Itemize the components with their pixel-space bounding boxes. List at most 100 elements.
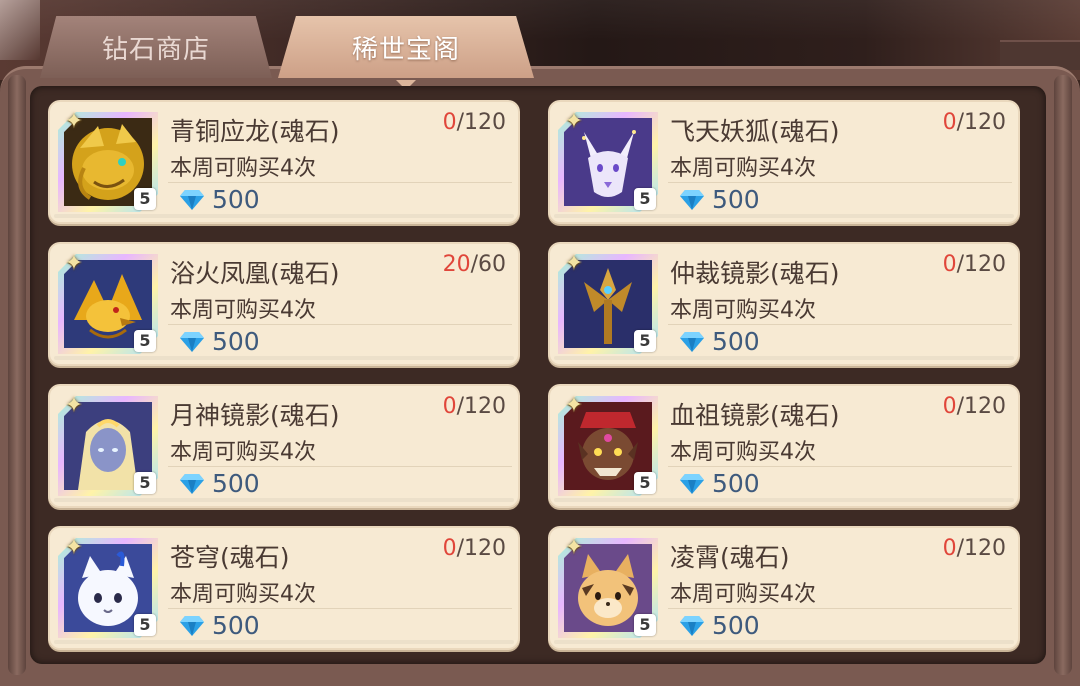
item-portrait: ✦ 5 <box>558 250 658 354</box>
price-value: 500 <box>712 469 760 498</box>
card-bottom-strip <box>54 214 514 218</box>
shop-item-card[interactable]: ✦ 5 月神镜影(魂石) 0/120 本周可购买4次 500 <box>48 384 520 508</box>
diamond-icon <box>680 331 704 352</box>
ownership-count: 0/120 <box>943 110 1006 135</box>
ownership-count: 0/120 <box>443 536 506 561</box>
shop-item-card[interactable]: ✦ 5 血祖镜影(魂石) 0/120 本周可购买4次 500 <box>548 384 1020 508</box>
star-icon: ✦ <box>64 535 84 560</box>
required-count: /120 <box>956 252 1006 277</box>
purchase-limit: 本周可购买4次 <box>170 440 316 465</box>
item-portrait: ✦ 5 <box>58 250 158 354</box>
item-portrait: ✦ 5 <box>558 108 658 212</box>
ownership-count: 0/120 <box>943 536 1006 561</box>
buy-button[interactable]: 500 <box>668 608 1012 642</box>
card-bottom-strip <box>54 356 514 360</box>
card-bottom-strip <box>54 640 514 644</box>
item-name: 浴火凤凰(魂石) <box>170 259 340 288</box>
purchase-limit: 本周可购买4次 <box>670 440 816 465</box>
purchase-limit: 本周可购买4次 <box>670 582 816 607</box>
star-icon: ✦ <box>564 109 584 134</box>
card-bottom-strip <box>554 356 1014 360</box>
star-icon: ✦ <box>564 393 584 418</box>
tab-diamond-shop-label: 钻石商店 <box>101 34 210 65</box>
card-bottom-strip <box>54 498 514 502</box>
item-list[interactable]: ✦ 5 青铜应龙(魂石) 0/120 本周可购买4次 500 ✦ 5 飞天妖狐(… <box>30 86 1046 664</box>
star-icon: ✦ <box>64 393 84 418</box>
item-portrait: ✦ 5 <box>558 392 658 496</box>
shop-item-card[interactable]: ✦ 5 凌霄(魂石) 0/120 本周可购买4次 500 <box>548 526 1020 650</box>
buy-button[interactable]: 500 <box>668 324 1012 358</box>
level-badge: 5 <box>634 330 656 352</box>
card-bottom-strip <box>554 640 1014 644</box>
item-portrait: ✦ 5 <box>58 392 158 496</box>
required-count: /120 <box>956 110 1006 135</box>
card-bottom-strip <box>554 498 1014 502</box>
frame-left-bar <box>8 75 26 675</box>
buy-button[interactable]: 500 <box>168 466 512 500</box>
diamond-icon <box>180 473 204 494</box>
purchase-limit: 本周可购买4次 <box>670 298 816 323</box>
shop-item-card[interactable]: ✦ 5 苍穹(魂石) 0/120 本周可购买4次 500 <box>48 526 520 650</box>
owned-count: 0 <box>942 252 957 277</box>
item-portrait: ✦ 5 <box>58 534 158 638</box>
shop-item-card[interactable]: ✦ 5 仲裁镜影(魂石) 0/120 本周可购买4次 500 <box>548 242 1020 366</box>
level-badge: 5 <box>134 614 156 636</box>
star-icon: ✦ <box>64 251 84 276</box>
level-badge: 5 <box>134 330 156 352</box>
level-badge: 5 <box>134 472 156 494</box>
price-value: 500 <box>712 327 760 356</box>
shop-item-card[interactable]: ✦ 5 青铜应龙(魂石) 0/120 本周可购买4次 500 <box>48 100 520 224</box>
diamond-icon <box>180 189 204 210</box>
purchase-limit: 本周可购买4次 <box>170 582 316 607</box>
purchase-limit: 本周可购买4次 <box>170 298 316 323</box>
purchase-limit: 本周可购买4次 <box>670 156 816 181</box>
level-badge: 5 <box>134 188 156 210</box>
tab-diamond-shop[interactable]: 钻石商店 <box>40 16 272 78</box>
item-name: 苍穹(魂石) <box>170 543 290 572</box>
required-count: /120 <box>456 110 506 135</box>
price-value: 500 <box>712 611 760 640</box>
item-portrait: ✦ 5 <box>558 534 658 638</box>
diamond-icon <box>680 189 704 210</box>
frame-right-bar <box>1054 75 1072 675</box>
tab-rare-treasure[interactable]: 稀世宝阁 <box>278 16 534 78</box>
item-portrait: ✦ 5 <box>58 108 158 212</box>
level-badge: 5 <box>634 188 656 210</box>
buy-button[interactable]: 500 <box>168 608 512 642</box>
star-icon: ✦ <box>564 535 584 560</box>
shop-item-card[interactable]: ✦ 5 浴火凤凰(魂石) 20/60 本周可购买4次 500 <box>48 242 520 366</box>
ownership-count: 20/60 <box>443 252 506 277</box>
ownership-count: 0/120 <box>943 252 1006 277</box>
star-icon: ✦ <box>64 109 84 134</box>
top-left-decoration <box>0 0 40 60</box>
required-count: /120 <box>456 536 506 561</box>
level-badge: 5 <box>634 614 656 636</box>
required-count: /120 <box>956 394 1006 419</box>
owned-count: 0 <box>942 536 957 561</box>
item-name: 青铜应龙(魂石) <box>170 117 340 146</box>
buy-button[interactable]: 500 <box>168 182 512 216</box>
owned-count: 0 <box>942 110 957 135</box>
shop-item-card[interactable]: ✦ 5 飞天妖狐(魂石) 0/120 本周可购买4次 500 <box>548 100 1020 224</box>
price-value: 500 <box>212 469 260 498</box>
ownership-count: 0/120 <box>443 110 506 135</box>
buy-button[interactable]: 500 <box>168 324 512 358</box>
card-bottom-strip <box>554 214 1014 218</box>
item-name: 凌霄(魂石) <box>670 543 790 572</box>
owned-count: 20 <box>442 252 471 277</box>
level-badge: 5 <box>634 472 656 494</box>
item-name: 血祖镜影(魂石) <box>670 401 840 430</box>
item-name: 月神镜影(魂石) <box>170 401 340 430</box>
owned-count: 0 <box>442 394 457 419</box>
diamond-icon <box>680 615 704 636</box>
item-name: 仲裁镜影(魂石) <box>670 259 840 288</box>
buy-button[interactable]: 500 <box>668 466 1012 500</box>
required-count: /60 <box>470 252 506 277</box>
item-name: 飞天妖狐(魂石) <box>670 117 840 146</box>
buy-button[interactable]: 500 <box>668 182 1012 216</box>
diamond-icon <box>180 331 204 352</box>
owned-count: 0 <box>442 536 457 561</box>
ownership-count: 0/120 <box>943 394 1006 419</box>
owned-count: 0 <box>942 394 957 419</box>
required-count: /120 <box>956 536 1006 561</box>
